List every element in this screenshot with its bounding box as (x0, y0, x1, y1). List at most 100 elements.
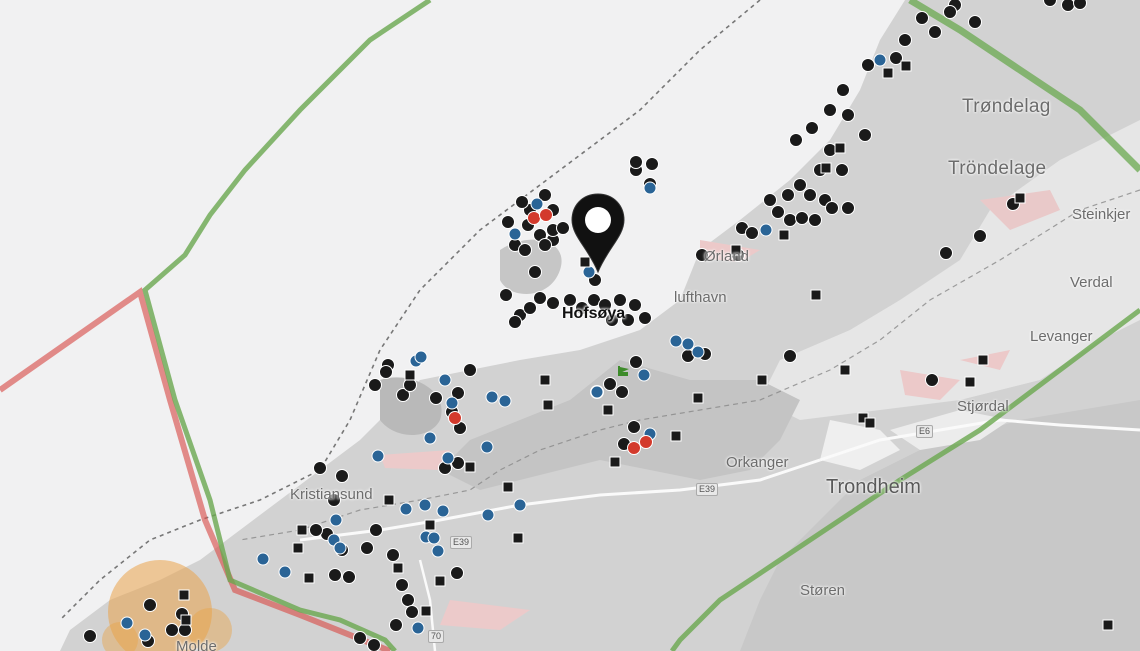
marker-black-circle[interactable] (629, 155, 643, 169)
marker-black-square[interactable] (964, 376, 976, 388)
marker-black-circle[interactable] (803, 188, 817, 202)
marker-blue-circle[interactable] (485, 390, 499, 404)
marker-black-square[interactable] (404, 369, 416, 381)
marker-black-circle[interactable] (360, 541, 374, 555)
marker-blue-circle[interactable] (414, 350, 428, 364)
marker-blue-circle[interactable] (411, 621, 425, 635)
marker-red-circle[interactable] (448, 411, 462, 425)
marker-black-circle[interactable] (515, 195, 529, 209)
marker-black-circle[interactable] (499, 288, 513, 302)
marker-black-square[interactable] (464, 461, 476, 473)
marker-black-square[interactable] (834, 142, 846, 154)
marker-black-circle[interactable] (795, 211, 809, 225)
marker-black-square[interactable] (579, 256, 591, 268)
marker-black-circle[interactable] (1061, 0, 1075, 12)
marker-blue-circle[interactable] (329, 513, 343, 527)
marker-blue-circle[interactable] (498, 394, 512, 408)
marker-black-square[interactable] (512, 532, 524, 544)
marker-black-circle[interactable] (858, 128, 872, 142)
marker-black-circle[interactable] (508, 315, 522, 329)
marker-black-circle[interactable] (83, 629, 97, 643)
marker-black-square[interactable] (424, 519, 436, 531)
marker-black-circle[interactable] (501, 215, 515, 229)
marker-black-circle[interactable] (450, 566, 464, 580)
marker-black-circle[interactable] (353, 631, 367, 645)
marker-black-circle[interactable] (898, 33, 912, 47)
marker-black-square[interactable] (292, 542, 304, 554)
marker-blue-circle[interactable] (371, 449, 385, 463)
marker-black-square[interactable] (778, 229, 790, 241)
marker-black-square[interactable] (839, 364, 851, 376)
marker-blue-circle[interactable] (431, 544, 445, 558)
map-canvas[interactable]: Trøndelag Tröndelage Steinkjer Verdal Le… (0, 0, 1140, 651)
marker-black-circle[interactable] (368, 378, 382, 392)
marker-black-circle[interactable] (968, 15, 982, 29)
marker-blue-circle[interactable] (120, 616, 134, 630)
marker-black-circle[interactable] (463, 363, 477, 377)
marker-black-square[interactable] (1014, 192, 1026, 204)
marker-black-square[interactable] (502, 481, 514, 493)
marker-black-circle[interactable] (556, 221, 570, 235)
marker-blue-circle[interactable] (508, 227, 522, 241)
marker-black-square[interactable] (1102, 619, 1114, 631)
marker-blue-circle[interactable] (418, 498, 432, 512)
marker-blue-circle[interactable] (513, 498, 527, 512)
marker-black-square[interactable] (303, 572, 315, 584)
marker-black-circle[interactable] (836, 83, 850, 97)
marker-black-square[interactable] (383, 494, 395, 506)
marker-black-circle[interactable] (638, 311, 652, 325)
marker-black-circle[interactable] (342, 570, 356, 584)
marker-blue-circle[interactable] (530, 197, 544, 211)
marker-blue-circle[interactable] (759, 223, 773, 237)
marker-black-circle[interactable] (781, 188, 795, 202)
marker-black-circle[interactable] (405, 605, 419, 619)
marker-black-square[interactable] (178, 589, 190, 601)
marker-black-square[interactable] (602, 404, 614, 416)
marker-black-square[interactable] (820, 162, 832, 174)
marker-black-circle[interactable] (538, 238, 552, 252)
marker-black-circle[interactable] (367, 638, 381, 651)
marker-black-square[interactable] (977, 354, 989, 366)
marker-blue-circle[interactable] (669, 334, 683, 348)
marker-black-circle[interactable] (165, 623, 179, 637)
marker-black-square[interactable] (180, 614, 192, 626)
marker-blue-circle[interactable] (480, 440, 494, 454)
marker-black-circle[interactable] (518, 243, 532, 257)
marker-black-circle[interactable] (835, 163, 849, 177)
marker-blue-circle[interactable] (436, 504, 450, 518)
marker-black-square[interactable] (420, 605, 432, 617)
marker-blue-circle[interactable] (445, 396, 459, 410)
marker-black-square[interactable] (609, 456, 621, 468)
marker-black-circle[interactable] (143, 598, 157, 612)
marker-black-circle[interactable] (528, 265, 542, 279)
marker-black-circle[interactable] (939, 246, 953, 260)
marker-black-circle[interactable] (603, 377, 617, 391)
marker-blue-circle[interactable] (423, 431, 437, 445)
marker-black-circle[interactable] (928, 25, 942, 39)
marker-black-square[interactable] (539, 374, 551, 386)
marker-black-circle[interactable] (825, 201, 839, 215)
marker-black-circle[interactable] (523, 301, 537, 315)
marker-blue-circle[interactable] (427, 531, 441, 545)
marker-blue-circle[interactable] (333, 541, 347, 555)
marker-black-circle[interactable] (313, 461, 327, 475)
marker-black-circle[interactable] (763, 193, 777, 207)
marker-black-square[interactable] (900, 60, 912, 72)
marker-black-square[interactable] (434, 575, 446, 587)
marker-black-circle[interactable] (429, 391, 443, 405)
marker-blue-circle[interactable] (637, 368, 651, 382)
marker-blue-circle[interactable] (138, 628, 152, 642)
marker-black-circle[interactable] (783, 213, 797, 227)
marker-red-circle[interactable] (527, 211, 541, 225)
marker-blue-circle[interactable] (691, 345, 705, 359)
marker-black-circle[interactable] (745, 226, 759, 240)
marker-black-circle[interactable] (369, 523, 383, 537)
marker-black-circle[interactable] (615, 385, 629, 399)
marker-black-square[interactable] (670, 430, 682, 442)
marker-black-circle[interactable] (379, 365, 393, 379)
marker-black-circle[interactable] (386, 548, 400, 562)
marker-red-circle[interactable] (639, 435, 653, 449)
marker-blue-circle[interactable] (441, 451, 455, 465)
marker-black-circle[interactable] (841, 201, 855, 215)
marker-blue-circle[interactable] (256, 552, 270, 566)
